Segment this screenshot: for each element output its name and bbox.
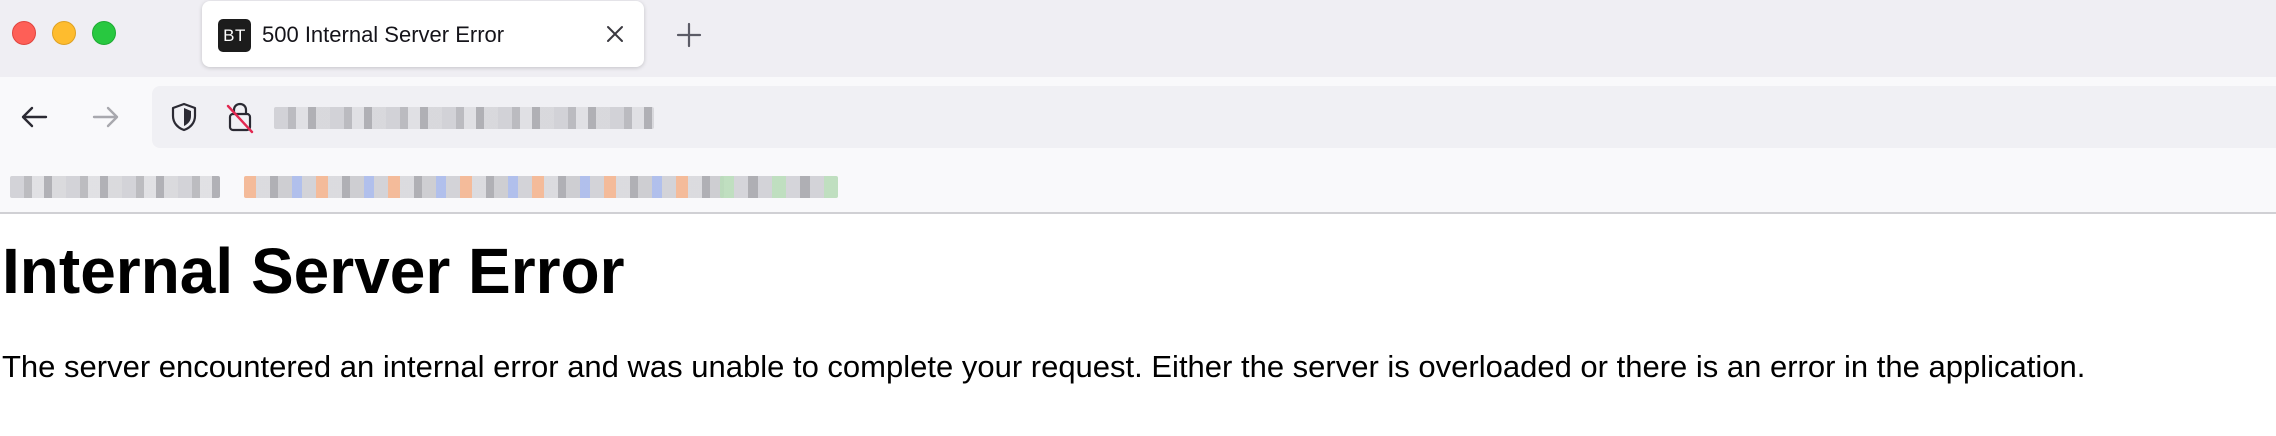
- browser-tab[interactable]: BT 500 Internal Server Error: [202, 1, 644, 67]
- redacted-url: [274, 107, 654, 129]
- arrow-left-icon[interactable]: [16, 99, 52, 135]
- bookmark-item[interactable]: [10, 172, 220, 202]
- navigation-toolbar: [0, 77, 2276, 162]
- arrow-right-icon[interactable]: [88, 99, 124, 135]
- redacted-bookmark: [10, 176, 220, 198]
- tab-title: 500 Internal Server Error: [262, 22, 505, 47]
- page-title: Internal Server Error: [2, 235, 625, 307]
- close-icon[interactable]: [602, 21, 628, 47]
- window-maximize-button[interactable]: [92, 21, 116, 45]
- url-bar[interactable]: [152, 86, 2276, 148]
- lock-insecure-icon[interactable]: [224, 100, 256, 134]
- page-content: Internal Server Error The server encount…: [0, 214, 2276, 436]
- bookmarks-toolbar: [0, 162, 2276, 214]
- window-minimize-button[interactable]: [52, 21, 76, 45]
- url-text[interactable]: [274, 103, 704, 133]
- plus-icon[interactable]: [674, 20, 704, 50]
- redacted-bookmark: [720, 176, 838, 198]
- bookmark-item[interactable]: [720, 172, 838, 202]
- shield-icon[interactable]: [168, 101, 200, 133]
- redacted-bookmark: [244, 176, 724, 198]
- bookmark-item[interactable]: [244, 172, 724, 202]
- error-message: The server encountered an internal error…: [2, 349, 2086, 384]
- tab-strip: BT 500 Internal Server Error: [0, 0, 2276, 77]
- tab-favicon: BT: [218, 19, 251, 52]
- window-close-button[interactable]: [12, 21, 36, 45]
